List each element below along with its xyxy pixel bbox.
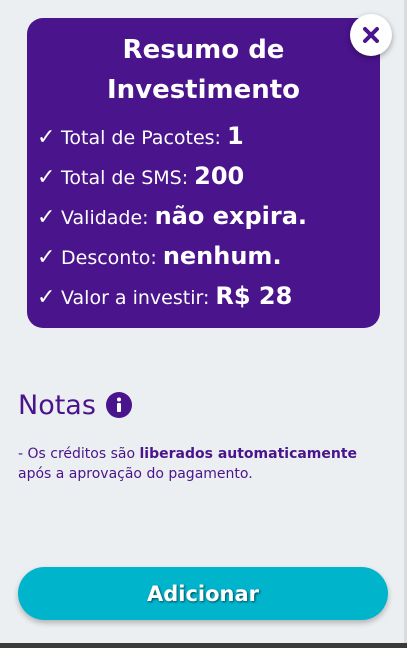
info-icon[interactable]: [105, 392, 132, 418]
summary-row-label: Desconto:: [61, 247, 157, 269]
summary-list: ✓ Total de Pacotes: 1 ✓ Total de SMS: 20…: [37, 122, 377, 322]
summary-row-label: Total de Pacotes:: [61, 127, 221, 149]
notes-title: Notas: [18, 389, 96, 421]
summary-row-label: Total de SMS:: [61, 167, 189, 189]
summary-row-sms: ✓ Total de SMS: 200: [37, 162, 377, 202]
summary-row-value: não expira.: [154, 202, 308, 230]
summary-row-price: ✓ Valor a investir: R$ 28: [37, 282, 377, 322]
summary-row-value: 200: [194, 162, 245, 190]
close-icon: [363, 27, 379, 43]
summary-row-label: Validade:: [61, 207, 149, 229]
check-icon: ✓: [37, 125, 56, 150]
investment-summary-card: Resumo de Investimento ✓ Total de Pacote…: [27, 18, 380, 328]
notes-text-bold: liberados automaticamente: [139, 446, 358, 462]
check-icon: ✓: [37, 285, 56, 310]
add-button[interactable]: Adicionar: [18, 567, 388, 620]
notes-text-suffix: após a aprovação do pagamento.: [18, 466, 253, 482]
close-button[interactable]: [350, 14, 392, 56]
notes-text-prefix: - Os créditos são: [18, 446, 140, 462]
summary-row-discount: ✓ Desconto: nenhum.: [37, 242, 377, 282]
info-glyph: [116, 397, 121, 412]
notes-heading: Notas: [18, 386, 132, 424]
summary-row-label: Valor a investir:: [61, 287, 210, 309]
bottom-edge: [0, 643, 407, 648]
summary-row-value: 1: [226, 122, 244, 150]
summary-row-value: nenhum.: [162, 242, 282, 270]
summary-title-line-2: Investimento: [106, 75, 301, 105]
check-icon: ✓: [37, 205, 56, 230]
notes-text: - Os créditos são liberados automaticame…: [18, 444, 388, 484]
summary-title: Resumo de Investimento: [27, 30, 380, 110]
modal-page: Resumo de Investimento ✓ Total de Pacote…: [0, 0, 407, 648]
summary-title-line-1: Resumo de: [122, 35, 285, 65]
summary-row-validity: ✓ Validade: não expira.: [37, 202, 377, 242]
check-icon: ✓: [37, 245, 56, 270]
check-icon: ✓: [37, 165, 56, 190]
summary-row-packages: ✓ Total de Pacotes: 1: [37, 122, 377, 162]
summary-row-value: R$ 28: [215, 282, 293, 310]
